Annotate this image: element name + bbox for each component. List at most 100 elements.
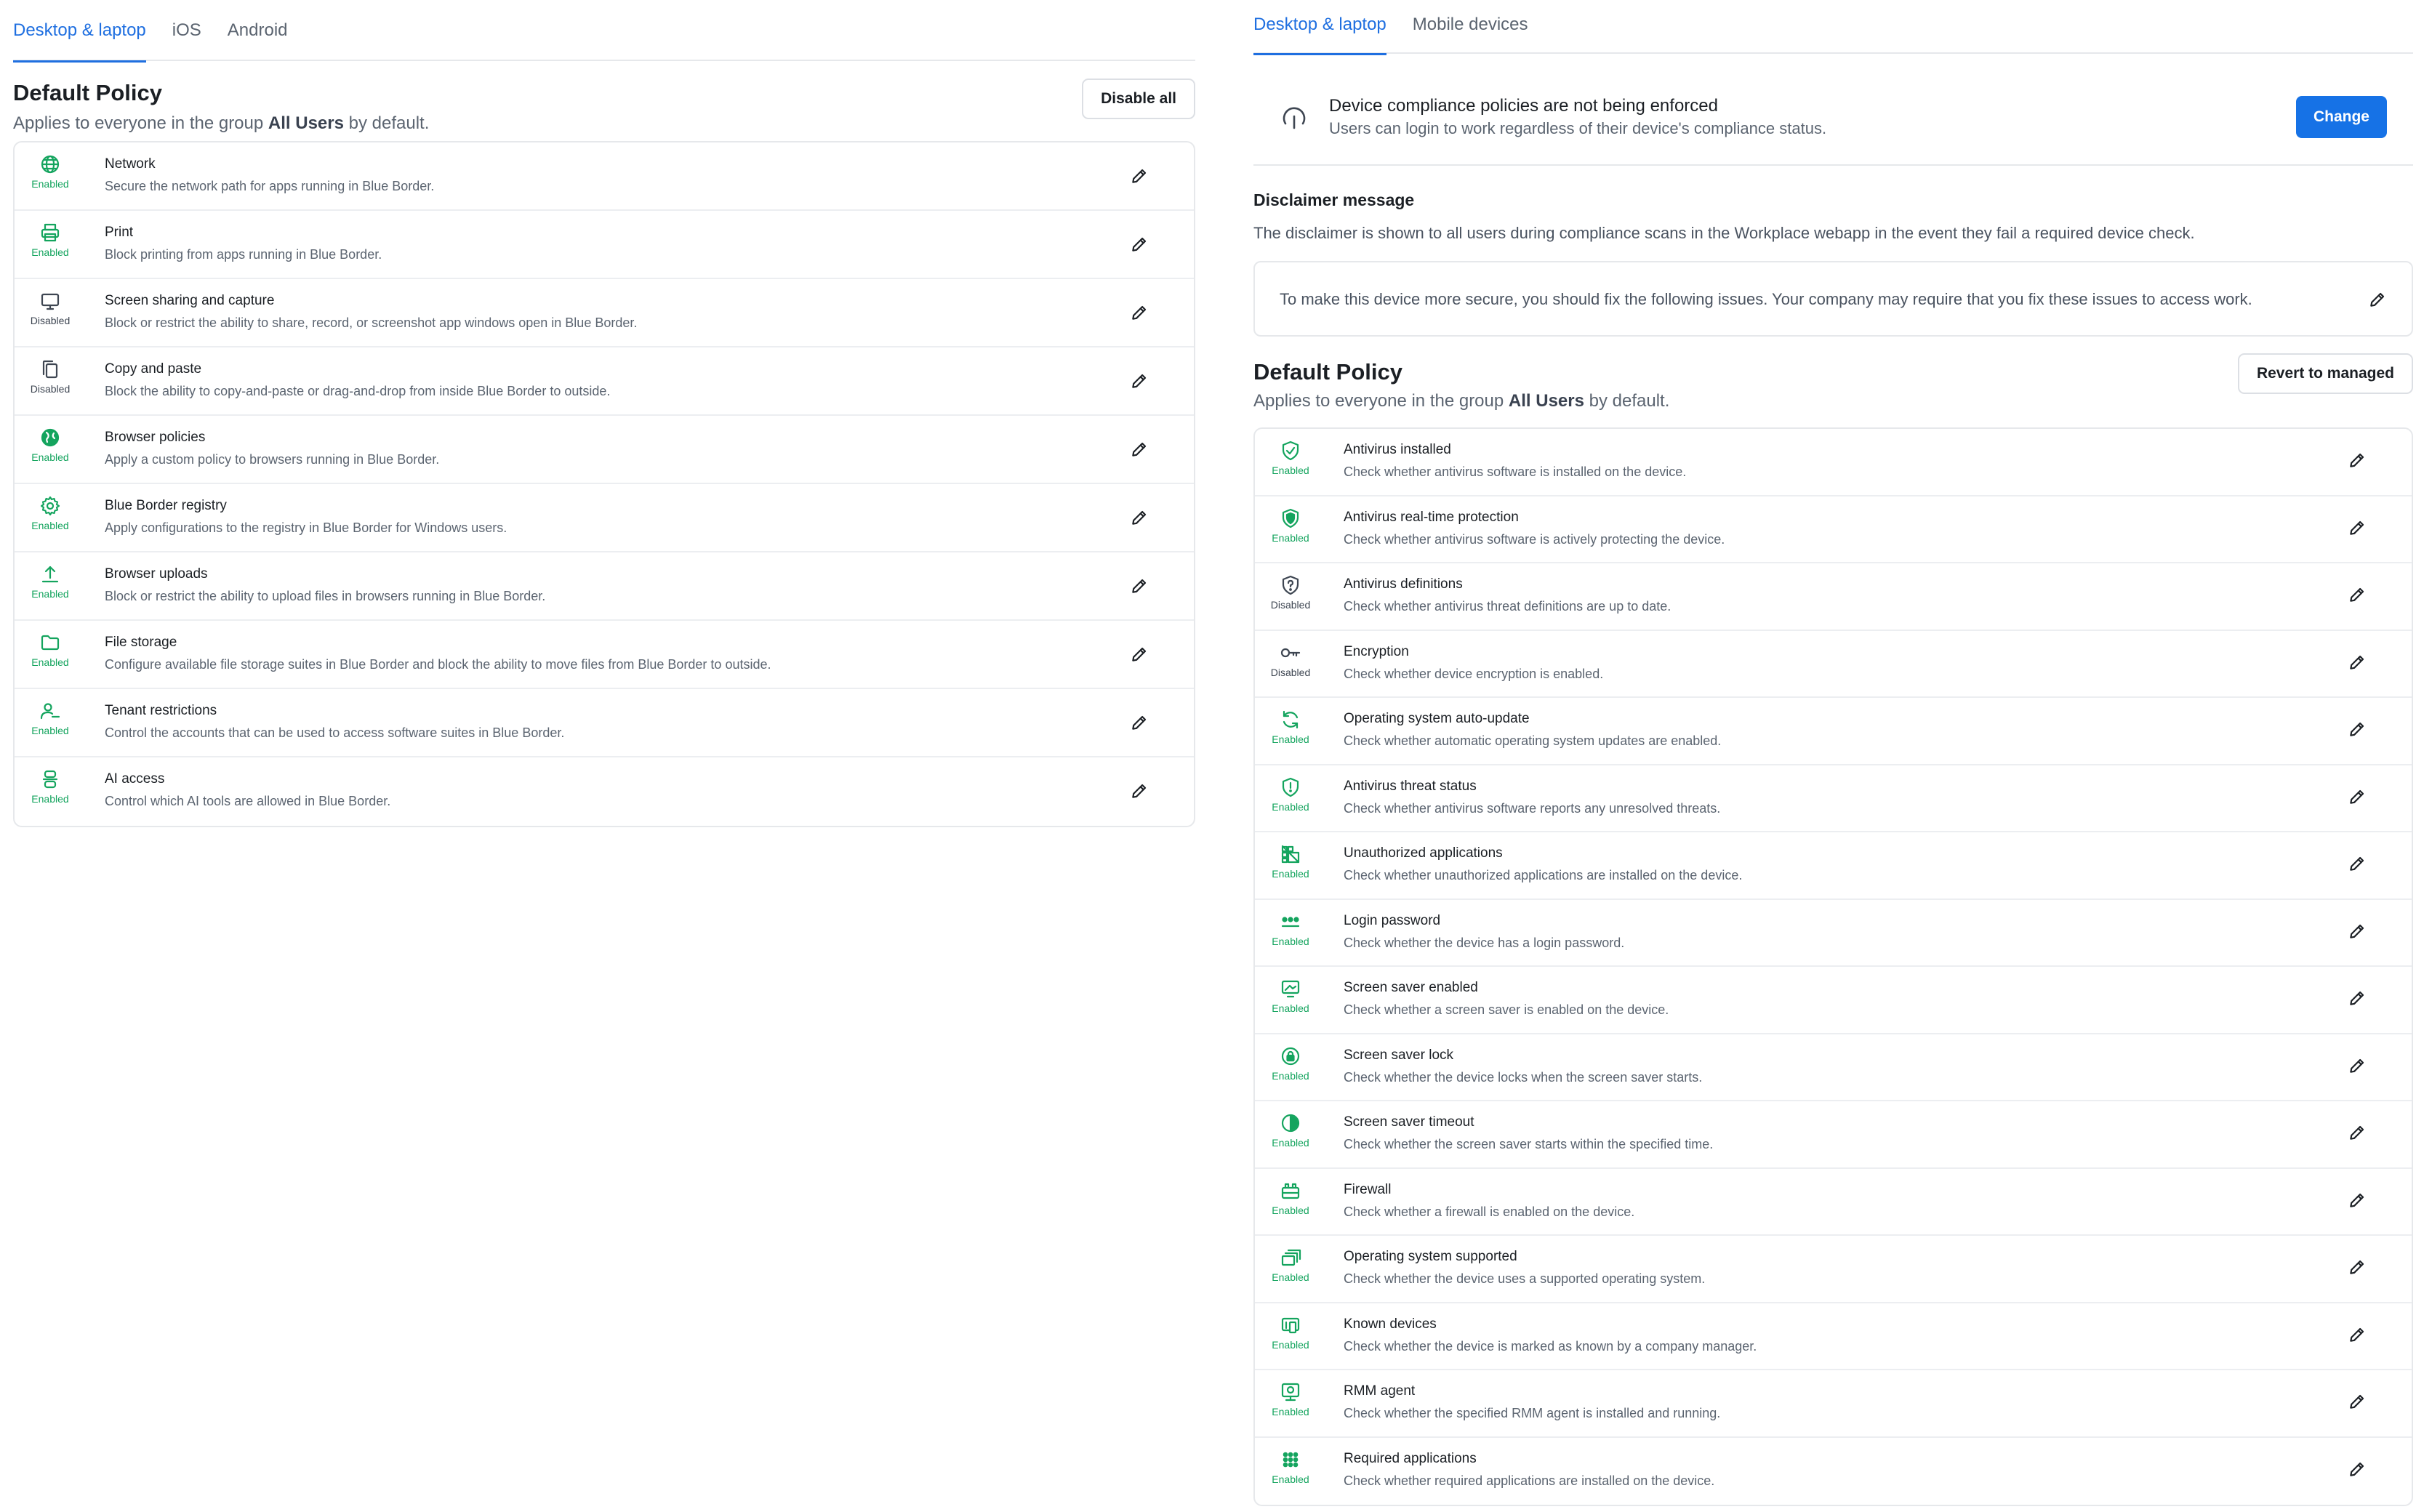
- policy-row-encryption: Disabled Encryption Check whether device e…: [1255, 631, 2412, 698]
- row-text: Screen sharing and capture Block or restr…: [105, 293, 637, 331]
- pencil-icon: [2348, 1193, 2367, 1213]
- edit-button[interactable]: [1130, 508, 1150, 528]
- row-icon-group: Enabled: [1269, 776, 1312, 813]
- row-text: Tenant restrictions Control the accounts …: [105, 703, 564, 741]
- policy-name: Operating system supported: [1344, 1249, 1517, 1264]
- edit-button[interactable]: [1130, 166, 1150, 187]
- row-text: Antivirus definitions Check whether antiv…: [1344, 576, 1671, 614]
- notice-title: Device compliance policies are not being…: [1329, 96, 1718, 116]
- policy-name: Operating system auto-update: [1344, 711, 1530, 726]
- status-badge: Enabled: [31, 178, 69, 190]
- edit-button[interactable]: [2348, 1123, 2368, 1143]
- row-text: Firewall Check whether a firewall is enab…: [1344, 1182, 1634, 1220]
- policy-name: Browser policies: [105, 430, 206, 445]
- edit-button[interactable]: [2348, 653, 2368, 673]
- pencil-icon: [2348, 1394, 2367, 1414]
- policy-row-browser-policies: Enabled Browser policies Apply a custom po…: [15, 416, 1194, 484]
- row-text: Unauthorized applications Check whether u…: [1344, 845, 1742, 883]
- edit-button[interactable]: [2348, 1258, 2368, 1278]
- apps-blocked-icon: [1281, 845, 1300, 864]
- policy-row-antivirus-real-time-protection: Enabled Antivirus real-time protection Che…: [1255, 496, 2412, 563]
- edit-button[interactable]: [2348, 1392, 2368, 1412]
- policy-description: Secure the network path for apps running…: [105, 179, 435, 193]
- page-title: Default Policy: [13, 80, 162, 105]
- edit-button[interactable]: [2348, 1460, 2368, 1480]
- edit-button[interactable]: [2348, 1056, 2368, 1077]
- edit-button[interactable]: [1130, 576, 1150, 597]
- policy-description: Check whether required applications are …: [1344, 1473, 1715, 1488]
- edit-button[interactable]: [2348, 787, 2368, 808]
- password-icon: [1281, 916, 1300, 927]
- status-badge: Enabled: [1272, 868, 1309, 880]
- policy-description: Check whether a firewall is enabled on t…: [1344, 1204, 1635, 1219]
- edit-button[interactable]: [2348, 720, 2368, 740]
- row-icon-group: Disabled: [1269, 641, 1312, 678]
- pencil-icon: [1130, 169, 1149, 188]
- edit-button[interactable]: [2348, 989, 2368, 1009]
- row-icon-group: Enabled: [29, 426, 71, 463]
- row-text: Screen saver enabled Check whether a scre…: [1344, 980, 1669, 1018]
- policy-description: Check whether the device has a login pas…: [1344, 935, 1625, 950]
- policy-description: Check whether antivirus software is inst…: [1344, 465, 1687, 479]
- row-icon-group: Enabled: [1269, 1380, 1312, 1418]
- screensaver-icon: [1281, 980, 1300, 998]
- edit-button[interactable]: [2348, 854, 2368, 874]
- tab-android[interactable]: Android: [228, 0, 288, 61]
- agent-icon: [1281, 1383, 1300, 1402]
- edit-button[interactable]: [1130, 235, 1150, 255]
- grid-icon: [1283, 1452, 1299, 1467]
- signal-off-icon: [1280, 102, 1309, 131]
- edit-button[interactable]: [2348, 922, 2368, 942]
- edit-button[interactable]: [1130, 440, 1150, 460]
- status-badge: Enabled: [31, 793, 69, 805]
- edit-button[interactable]: [1130, 713, 1150, 733]
- row-text: Operating system supported Check whether …: [1344, 1249, 1705, 1287]
- policy-row-antivirus-threat-status: Enabled Antivirus threat status Check whet…: [1255, 765, 2412, 832]
- pencil-icon: [2348, 1462, 2367, 1481]
- row-text: Known devices Check whether the device is…: [1344, 1316, 1757, 1354]
- row-icon-group: Enabled: [1269, 1111, 1312, 1149]
- revert-to-managed-button[interactable]: Revert to managed: [2237, 353, 2413, 394]
- policy-subtitle-suffix: by default.: [1584, 391, 1670, 411]
- tab-desktop-laptop[interactable]: Desktop & laptop: [13, 0, 146, 63]
- policy-description: Apply configurations to the registry in …: [105, 520, 507, 535]
- status-badge: Enabled: [1272, 531, 1309, 544]
- edit-button[interactable]: [2348, 451, 2368, 471]
- edit-button[interactable]: [2348, 1191, 2368, 1211]
- device-tabs: Desktop & laptop Mobile devices: [1253, 0, 2413, 55]
- policy-row-blue-border-registry: Enabled Blue Border registry Apply configu…: [15, 484, 1194, 552]
- policy-description: Check whether the specified RMM agent is…: [1344, 1406, 1721, 1420]
- change-button[interactable]: Change: [2295, 96, 2387, 138]
- tab-mobile-devices[interactable]: Mobile devices: [1413, 0, 1528, 54]
- status-badge: Enabled: [31, 588, 69, 600]
- edit-button[interactable]: [1130, 371, 1150, 392]
- tab-ios[interactable]: iOS: [172, 0, 201, 61]
- disable-all-button[interactable]: Disable all: [1082, 79, 1195, 119]
- notice-subtitle: Users can login to work regardless of th…: [1329, 119, 1827, 137]
- policy-name: File storage: [105, 635, 177, 650]
- edit-button[interactable]: [2348, 1325, 2368, 1346]
- policy-subtitle-prefix: Applies to everyone in the group: [13, 113, 268, 133]
- row-icon-group: Enabled: [1269, 1448, 1312, 1485]
- tab-desktop-laptop[interactable]: Desktop & laptop: [1253, 0, 1386, 55]
- edit-button[interactable]: [2348, 585, 2368, 606]
- policy-header: Default Policy Applies to everyone in th…: [1253, 340, 2413, 420]
- pencil-icon: [2348, 991, 2367, 1010]
- pencil-icon: [1130, 237, 1149, 257]
- policy-name: Print: [105, 225, 134, 240]
- edit-button[interactable]: [1130, 645, 1150, 665]
- edit-button[interactable]: [1130, 781, 1150, 802]
- policy-description: Check whether unauthorized applications …: [1344, 868, 1743, 882]
- disclaimer-message-box: To make this device more secure, you sho…: [1253, 261, 2413, 337]
- status-badge: Enabled: [31, 725, 69, 736]
- edit-disclaimer-button[interactable]: [2368, 290, 2388, 310]
- policy-description: Check whether a screen saver is enabled …: [1344, 1002, 1669, 1017]
- edit-button[interactable]: [1130, 303, 1150, 323]
- policy-name: Required applications: [1344, 1450, 1477, 1466]
- edit-button[interactable]: [2348, 518, 2368, 539]
- pencil-icon: [1130, 305, 1149, 325]
- row-icon-group: Enabled: [29, 153, 71, 190]
- status-badge: Enabled: [1272, 733, 1309, 745]
- policy-subtitle-suffix: by default.: [343, 113, 430, 133]
- policy-name: Antivirus definitions: [1344, 576, 1463, 592]
